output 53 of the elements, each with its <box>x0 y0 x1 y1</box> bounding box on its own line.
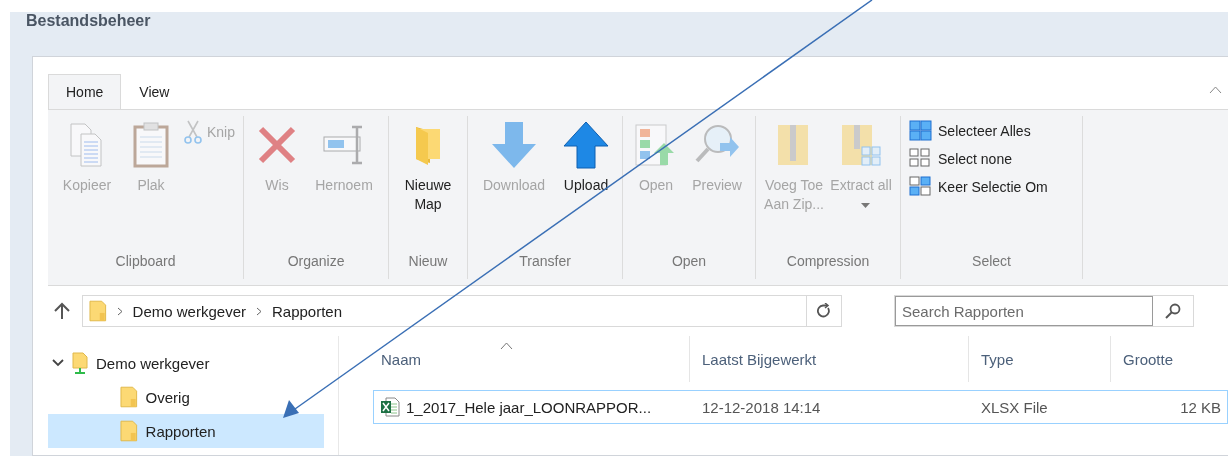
spreadsheet-file-icon <box>380 397 400 417</box>
sort-caret-icon <box>499 342 513 350</box>
table-cell: 1_2017_Hele jaar_LOONRAPPOR... <box>374 397 690 417</box>
collapse-icon[interactable] <box>1209 86 1222 94</box>
ribbon-button[interactable]: Selecteer Alles <box>909 120 1048 142</box>
select-all-icon <box>909 120 934 142</box>
chevron-icon <box>255 306 262 316</box>
ribbon-tab[interactable]: View <box>121 74 188 109</box>
tree-item[interactable]: Rapporten <box>48 414 324 448</box>
column-header[interactable]: Laatst Bijgewerkt <box>689 336 968 382</box>
table-cell-text: XLSX File <box>980 398 1049 416</box>
search-field[interactable]: Search Rapporten <box>895 296 1153 326</box>
column-header[interactable]: Type <box>968 336 1110 382</box>
clipboard-icon <box>133 122 169 168</box>
column-header[interactable]: Naam <box>345 336 689 382</box>
network-folder-icon <box>72 352 88 374</box>
refresh-icon <box>817 303 831 319</box>
scissors-icon <box>184 120 202 144</box>
folder-icon <box>89 300 107 322</box>
upload-arrow-icon <box>562 121 611 169</box>
up-arrow-icon[interactable] <box>54 302 70 320</box>
file-row[interactable]: 1_2017_Hele jaar_LOONRAPPOR... 12-12-2018 14:14 XLSX File 12 KB <box>373 390 1228 424</box>
table-cell-text: 12-12-2018 14:14 <box>701 398 822 416</box>
group-label: Transfer <box>518 253 572 271</box>
ribbon-button[interactable]: Nieuwe Map <box>397 116 460 253</box>
ribbon-button[interactable]: Select none <box>909 148 1048 170</box>
folder-icon <box>414 125 443 165</box>
folder-icon <box>120 386 138 408</box>
expand-chevron-icon[interactable] <box>52 359 64 367</box>
ribbon-button[interactable]: Keer Selectie Om <box>909 176 1048 198</box>
ribbon-button[interactable]: Upload <box>558 116 615 253</box>
group-label: Organize <box>286 253 346 271</box>
search-icon <box>1165 303 1181 319</box>
extract-icon <box>840 123 883 167</box>
ribbon-tab[interactable]: Home <box>48 74 122 109</box>
group-label: Open <box>670 253 708 271</box>
breadcrumb-item[interactable]: Rapporten <box>271 302 343 320</box>
column-header[interactable]: Grootte <box>1110 336 1220 382</box>
close-icon <box>257 125 298 165</box>
panel-title: Bestandsbeheer <box>26 12 152 31</box>
group-label: Clipboard <box>114 253 177 271</box>
download-arrow-icon <box>490 121 539 169</box>
tree-item[interactable]: Demo werkgever <box>48 346 324 380</box>
chevron-icon <box>116 306 123 316</box>
folder-icon <box>120 420 138 442</box>
address-bar[interactable]: Demo werkgever Rapporten <box>82 295 842 327</box>
group-label: Select <box>971 253 1012 271</box>
group-label: Nieuw <box>407 253 449 271</box>
breadcrumb-item[interactable]: Demo werkgever <box>132 302 246 320</box>
group-label: Compression <box>785 253 871 271</box>
tree-item[interactable]: Overig <box>48 380 324 414</box>
invert-selection-icon <box>909 176 934 198</box>
table-cell-text: 12 KB <box>1179 398 1221 416</box>
